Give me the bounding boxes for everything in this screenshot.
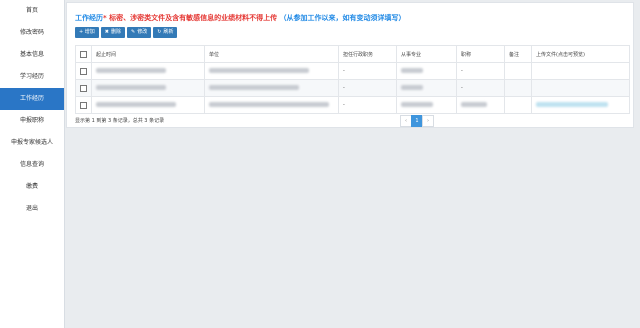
remark-cell (504, 96, 532, 114)
column-header[interactable]: 备注 (504, 45, 532, 63)
page-heading: 工作经历* 标密、涉密类文件及含有敏感信息的业绩材料不得上传 （从参加工作以来，… (75, 13, 406, 23)
refresh-icon: ↻ (157, 29, 162, 35)
redacted-text (401, 68, 423, 73)
delete-button[interactable]: ✖ 删除 (100, 27, 125, 38)
title-cell (456, 96, 505, 114)
redacted-text (209, 85, 299, 90)
specialty-cell (396, 62, 457, 80)
column-header[interactable]: 起止时间 (91, 45, 205, 63)
upload-file-cell (531, 79, 630, 97)
column-header[interactable]: 担任行政职务 (338, 45, 397, 63)
date-range-cell (91, 96, 205, 114)
redacted-text (461, 102, 487, 107)
confidential-warning: 标密、涉密类文件及含有敏感信息的业绩材料不得上传 (109, 14, 278, 22)
admin-duty-cell: - (338, 79, 397, 97)
next-page-button[interactable]: › (422, 115, 434, 127)
redacted-text (401, 102, 433, 107)
select-all-cell (75, 45, 92, 63)
column-header[interactable]: 从事专业 (396, 45, 457, 63)
title-cell: - (456, 79, 505, 97)
heading-note: （从参加工作以来，如有变动须详填写） (279, 14, 406, 22)
refresh-button-label: 刷新 (163, 29, 174, 35)
row-checkbox[interactable] (80, 84, 87, 92)
sidebar-item-basic-info[interactable]: 基本信息 (0, 44, 64, 66)
employer-cell (204, 96, 339, 114)
admin-duty-cell: - (338, 96, 397, 114)
table-header-row: 起止时间 单位 担任行政职务 从事专业 职称 备注 上传文件(点击可预览) (75, 45, 630, 63)
sidebar-item-work-experience[interactable]: 工作经历 (0, 88, 64, 110)
title-cell: - (456, 62, 505, 80)
date-range-cell (91, 62, 205, 80)
column-header[interactable]: 职称 (456, 45, 505, 63)
toolbar: + 增加 ✖ 删除 ✎ 修改 ↻ 刷新 (75, 27, 178, 38)
employer-cell (204, 62, 339, 80)
redacted-text (96, 102, 176, 107)
sidebar-item-title-application[interactable]: 申报职称 (0, 110, 64, 132)
uploaded-file-link[interactable] (536, 102, 608, 107)
upload-file-cell (531, 96, 630, 114)
table-row[interactable]: - - (75, 62, 630, 80)
row-select-cell (75, 62, 92, 80)
delete-button-label: 删除 (110, 29, 121, 35)
edit-button-label: 修改 (137, 29, 148, 35)
row-select-cell (75, 96, 92, 114)
row-checkbox[interactable] (80, 101, 87, 109)
row-select-cell (75, 79, 92, 97)
sidebar-item-info-query[interactable]: 信息查询 (0, 154, 64, 176)
redacted-text (96, 85, 166, 90)
main-panel: 工作经历* 标密、涉密类文件及含有敏感信息的业绩材料不得上传 （从参加工作以来，… (66, 2, 634, 128)
work-experience-table: 起止时间 单位 担任行政职务 从事专业 职称 备注 上传文件(点击可预览) - … (75, 45, 630, 114)
remark-cell (504, 79, 532, 97)
sidebar-item-expert-candidate[interactable]: 申报专家候选人 (0, 132, 64, 154)
redacted-text (209, 68, 309, 73)
pagination-summary: 显示第 1 到第 3 条记录，总共 3 条记录 (75, 118, 165, 124)
specialty-cell (396, 96, 457, 114)
admin-duty-cell: - (338, 62, 397, 80)
column-header[interactable]: 上传文件(点击可预览) (531, 45, 630, 63)
sidebar-item-change-password[interactable]: 修改密码 (0, 22, 64, 44)
edit-icon: ✎ (131, 29, 136, 35)
redacted-text (209, 102, 329, 107)
sidebar-item-payment[interactable]: 缴费 (0, 176, 64, 198)
sidebar: 首页 修改密码 基本信息 学习经历 工作经历 申报职称 申报专家候选人 信息查询… (0, 0, 65, 328)
required-star: * (103, 14, 107, 22)
sidebar-item-home[interactable]: 首页 (0, 0, 64, 22)
refresh-button[interactable]: ↻ 刷新 (153, 27, 178, 38)
sidebar-item-logout[interactable]: 退出 (0, 198, 64, 220)
add-button[interactable]: + 增加 (75, 27, 99, 38)
sidebar-item-education[interactable]: 学习经历 (0, 66, 64, 88)
add-button-label: + 增加 (79, 29, 95, 35)
row-checkbox[interactable] (80, 67, 87, 75)
pagination: ‹ 1 › (400, 115, 434, 127)
table-row[interactable]: - (75, 96, 630, 114)
remark-cell (504, 62, 532, 80)
redacted-text (401, 85, 423, 90)
page-title: 工作经历 (75, 14, 103, 22)
table-row[interactable]: - - (75, 79, 630, 97)
date-range-cell (91, 79, 205, 97)
employer-cell (204, 79, 339, 97)
edit-button[interactable]: ✎ 修改 (127, 27, 152, 38)
column-header[interactable]: 单位 (204, 45, 339, 63)
redacted-text (96, 68, 166, 73)
specialty-cell (396, 79, 457, 97)
upload-file-cell (531, 62, 630, 80)
delete-icon: ✖ (104, 29, 109, 35)
select-all-checkbox[interactable] (80, 50, 87, 58)
